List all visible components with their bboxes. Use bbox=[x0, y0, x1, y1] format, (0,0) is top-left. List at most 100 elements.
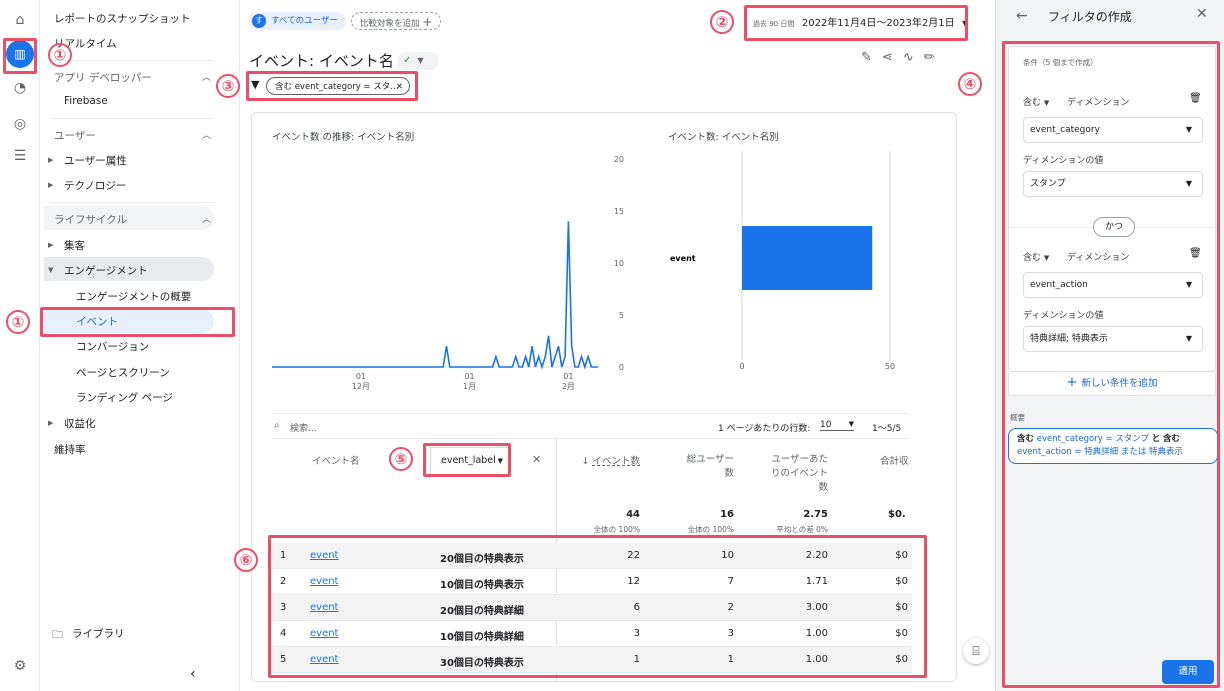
total-users: 16 bbox=[720, 509, 734, 520]
annotation-number-1a: ① bbox=[48, 43, 72, 67]
search-input[interactable]: 検索... bbox=[290, 421, 317, 434]
x-tick-label: 50 bbox=[885, 362, 895, 371]
x-tick-day: 01 bbox=[563, 372, 573, 381]
collapse-nav-chevron-icon[interactable]: ‹ bbox=[190, 666, 196, 682]
annotation-box-1b bbox=[40, 307, 235, 337]
col-header-event-name[interactable]: イベント名 bbox=[312, 453, 360, 467]
chevron-up-icon[interactable]: ︿ bbox=[202, 212, 211, 225]
add-comparison-button[interactable]: 比較対象を追加 + bbox=[351, 12, 442, 30]
nav-engagement-overview[interactable]: エンゲージメントの概要 bbox=[76, 289, 191, 304]
table-toolbar: ⌕ 検索... 1 ページあたりの行数: 10 ▼ 1〜5/5 bbox=[272, 413, 908, 439]
chevron-up-icon[interactable]: ︿ bbox=[202, 128, 211, 141]
series-line bbox=[272, 221, 598, 370]
chevron-up-icon[interactable]: ︿ bbox=[202, 70, 211, 83]
col-header-events[interactable]: ↓ イベント数 bbox=[568, 453, 640, 467]
col-header-users[interactable]: 総ユーザー数 bbox=[682, 453, 734, 481]
segment-chip[interactable]: す すべてのユーザー bbox=[249, 12, 346, 30]
settings-gear-icon[interactable]: ⚙ bbox=[10, 656, 30, 676]
total-per-user: 2.75 bbox=[803, 509, 828, 520]
annotation-box-3 bbox=[246, 71, 418, 101]
rows-per-page-value: 10 bbox=[820, 420, 832, 430]
search-icon: ⌕ bbox=[274, 420, 280, 431]
close-icon[interactable]: ✕ bbox=[532, 453, 541, 466]
annotation-number-6: ⑥ bbox=[234, 548, 258, 572]
expand-arrow-icon[interactable]: ▶ bbox=[48, 181, 53, 189]
nav-firebase[interactable]: Firebase bbox=[64, 95, 108, 107]
x-tick-day: 01 bbox=[464, 372, 474, 381]
divider bbox=[50, 60, 214, 61]
avatar: す bbox=[252, 14, 266, 28]
annotation-number-1b: ① bbox=[6, 310, 30, 334]
icon-rail: ⌂ ▥ ◔ ◎ ☰ ⚙ bbox=[0, 0, 40, 691]
x-tick-day: 01 bbox=[356, 372, 366, 381]
col-header-total[interactable]: 合計収 bbox=[880, 453, 908, 467]
total-events: 44 bbox=[626, 509, 640, 520]
all-users-label: すべてのユーザー bbox=[271, 16, 338, 26]
advertising-icon[interactable]: ◎ bbox=[10, 114, 30, 134]
nav-section-app-dev[interactable]: アプリ デベロッパー bbox=[54, 70, 152, 85]
add-comparison-label: 比較対象を追加 bbox=[360, 19, 420, 29]
customize-report-icon[interactable]: ✎ bbox=[861, 50, 882, 65]
close-panel-icon[interactable]: ✕ bbox=[1196, 6, 1208, 22]
nav-landing-page[interactable]: ランディング ページ bbox=[76, 390, 173, 405]
configure-icon[interactable]: ☰ bbox=[10, 146, 30, 166]
x-tick-month: 2月 bbox=[562, 382, 575, 391]
divider bbox=[50, 202, 214, 203]
nav-engagement[interactable]: エンゲージメント bbox=[64, 263, 148, 278]
nav-user-attributes[interactable]: ユーザー属性 bbox=[64, 153, 127, 168]
total-users-sub: 全体の 100% bbox=[687, 525, 734, 534]
explore-icon[interactable]: ◔ bbox=[10, 78, 30, 98]
feedback-icon[interactable]: ⌸ bbox=[963, 638, 989, 664]
rows-per-page-select[interactable]: 10 ▼ bbox=[820, 420, 854, 431]
total-events-sub: 全体の 100% bbox=[593, 525, 640, 534]
annotation-number-4: ④ bbox=[958, 72, 982, 96]
expand-arrow-icon[interactable]: ▶ bbox=[48, 241, 53, 249]
x-tick-month: 12月 bbox=[352, 382, 370, 391]
nav-snapshot[interactable]: レポートのスナップショット bbox=[54, 11, 191, 26]
status-check-icon[interactable]: ✓ ▼ bbox=[397, 52, 439, 70]
collapse-arrow-icon[interactable]: ▼ bbox=[48, 266, 53, 274]
divider bbox=[50, 118, 214, 119]
annotation-number-3: ③ bbox=[216, 74, 240, 98]
share-icon[interactable]: ⋖ bbox=[882, 50, 903, 65]
x-tick-month: 1月 bbox=[463, 382, 476, 391]
report-nav: レポートのスナップショット リアルタイム アプリ デベロッパー ︿ Fireba… bbox=[40, 0, 240, 691]
nav-retention[interactable]: 維持率 bbox=[54, 442, 86, 457]
sort-down-icon: ↓ bbox=[581, 456, 590, 467]
home-icon[interactable]: ⌂ bbox=[10, 10, 30, 30]
y-tick-label: 15 bbox=[614, 207, 624, 216]
nav-acquisition[interactable]: 集客 bbox=[64, 238, 85, 253]
insights-icon[interactable]: ∿ bbox=[903, 50, 924, 65]
back-arrow-icon[interactable]: ← bbox=[1016, 8, 1028, 24]
total-revenue: $0. bbox=[888, 509, 906, 520]
annotation-number-5: ⑤ bbox=[389, 447, 413, 471]
annotation-box-4 bbox=[1002, 41, 1220, 688]
pagination: 1〜5/5 bbox=[872, 424, 902, 434]
annotation-box-2 bbox=[744, 5, 968, 41]
nav-technology[interactable]: テクノロジー bbox=[64, 178, 126, 193]
col-header-events-label: イベント数 bbox=[592, 456, 640, 467]
y-tick-label: 5 bbox=[619, 311, 624, 320]
expand-arrow-icon[interactable]: ▶ bbox=[48, 419, 53, 427]
folder-icon[interactable]: 🗀 bbox=[52, 626, 63, 645]
y-tick-label: 20 bbox=[614, 155, 624, 164]
nav-monetization[interactable]: 収益化 bbox=[64, 416, 96, 431]
nav-library[interactable]: ライブラリ bbox=[72, 626, 125, 641]
edit-pencil-icon[interactable]: ✏ bbox=[924, 50, 945, 65]
plus-icon: + bbox=[422, 15, 433, 29]
page-title: イベント: イベント名 bbox=[249, 52, 394, 70]
nav-section-user[interactable]: ユーザー bbox=[54, 128, 96, 143]
nav-conversions[interactable]: コンバージョン bbox=[76, 339, 149, 354]
x-tick-label: 0 bbox=[739, 362, 744, 371]
col-header-per-user[interactable]: ユーザーあたりのイベント数 bbox=[766, 453, 828, 495]
nav-pages-screens[interactable]: ページとスクリーン bbox=[76, 365, 170, 380]
rows-per-page-label: 1 ページあたりの行数: bbox=[718, 424, 811, 434]
annotation-box-6 bbox=[268, 535, 927, 678]
chevron-down-icon: ▼ bbox=[848, 420, 854, 428]
nav-section-lifecycle[interactable]: ライフサイクル bbox=[54, 212, 127, 227]
line-chart: 201510500112月011月012月 bbox=[272, 155, 624, 391]
panel-title: フィルタの作成 bbox=[1048, 10, 1132, 24]
expand-arrow-icon[interactable]: ▶ bbox=[48, 156, 53, 164]
annotation-box-1a bbox=[3, 38, 37, 74]
total-per-user-sub: 平均との差 0% bbox=[776, 525, 828, 534]
